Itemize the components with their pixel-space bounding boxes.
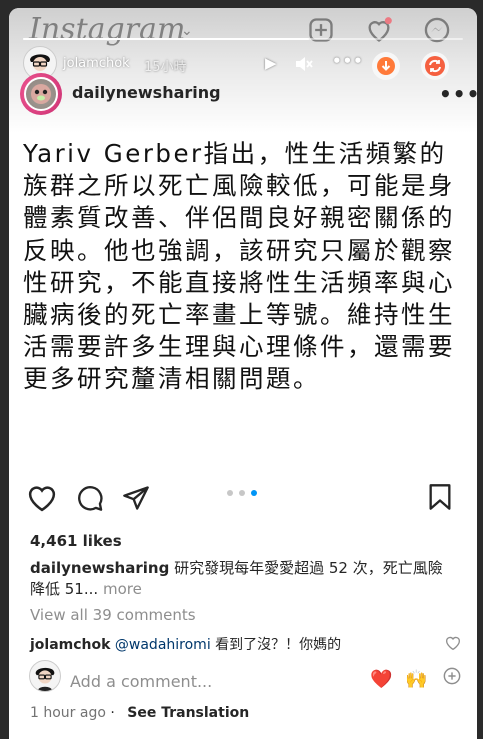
story-header: Instagram ⌄ jolamchok 15小時 ▶ ••• dailyne…: [9, 8, 477, 133]
view-all-comments-link[interactable]: View all 39 comments: [30, 606, 196, 624]
post-time: 1 hour ago: [30, 705, 106, 721]
story-progress-fill: [23, 38, 309, 40]
like-icon[interactable]: [27, 484, 57, 512]
more-icon[interactable]: •••: [332, 52, 364, 70]
story-frame: Instagram ⌄ jolamchok 15小時 ▶ ••• dailyne…: [9, 8, 477, 739]
post-author-name[interactable]: dailynewsharing: [72, 83, 221, 102]
comment-like-icon[interactable]: [445, 635, 461, 651]
carousel-dot: [239, 490, 245, 496]
share-icon[interactable]: [122, 484, 150, 512]
caption-author[interactable]: dailynewsharing: [30, 559, 169, 577]
add-icon[interactable]: [443, 667, 461, 685]
carousel-dot: [251, 490, 257, 496]
quick-emoji-raised-hands[interactable]: 🙌: [405, 669, 427, 690]
download-icon: [377, 57, 395, 75]
mute-icon[interactable]: [295, 56, 313, 72]
add-comment-input[interactable]: Add a comment...: [70, 672, 212, 691]
quick-emoji-heart[interactable]: ❤️: [370, 669, 392, 690]
comment-mention[interactable]: @wadahiromi: [115, 637, 211, 653]
download-button[interactable]: [372, 52, 400, 80]
story-time: 15小時: [144, 60, 187, 75]
play-icon[interactable]: ▶: [265, 54, 277, 72]
post-more-icon[interactable]: •••: [439, 82, 477, 106]
avatar-illustration: [31, 84, 51, 104]
comment-user[interactable]: jolamchok: [30, 637, 110, 653]
separator: ·: [110, 705, 120, 721]
carousel-dot: [227, 490, 233, 496]
current-user-avatar: [29, 660, 61, 692]
story-progress-bar: [23, 38, 463, 40]
comment-row: jolamchok @wadahiromi 看到了沒？！你媽的: [30, 634, 341, 654]
story-username[interactable]: jolamchok: [63, 56, 130, 71]
instagram-logo[interactable]: Instagram: [29, 12, 185, 47]
see-translation-link[interactable]: See Translation: [127, 705, 249, 721]
caption-more-link[interactable]: more: [103, 580, 142, 598]
repost-icon: [425, 56, 445, 76]
bookmark-icon[interactable]: [428, 483, 452, 511]
post-body-text: Yariv Gerber指出，性生活頻繁的族群之所以死亡風險較低，可能是身體素質…: [23, 139, 455, 394]
carousel-indicator: [227, 490, 257, 496]
repost-button[interactable]: [421, 52, 449, 80]
post-author-avatar[interactable]: [24, 77, 58, 111]
likes-count[interactable]: 4,461 likes: [30, 532, 122, 550]
comment-icon[interactable]: [76, 484, 104, 512]
chevron-down-icon[interactable]: ⌄: [181, 23, 193, 39]
comment-text: 看到了沒？！你媽的: [215, 637, 342, 653]
post-caption: dailynewsharing 研究發現每年愛愛超過 52 次，死亡風險降低 5…: [30, 558, 454, 600]
avatar-illustration: [35, 667, 55, 691]
post-footer: 1 hour ago · See Translation: [30, 705, 249, 721]
